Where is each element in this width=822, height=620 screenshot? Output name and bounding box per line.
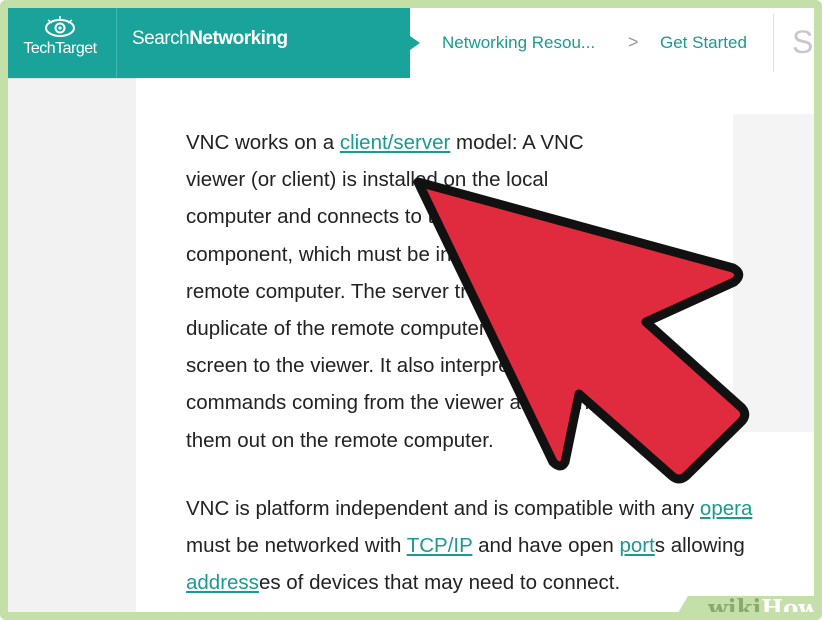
red-arrow-pointer-icon [413,177,750,484]
